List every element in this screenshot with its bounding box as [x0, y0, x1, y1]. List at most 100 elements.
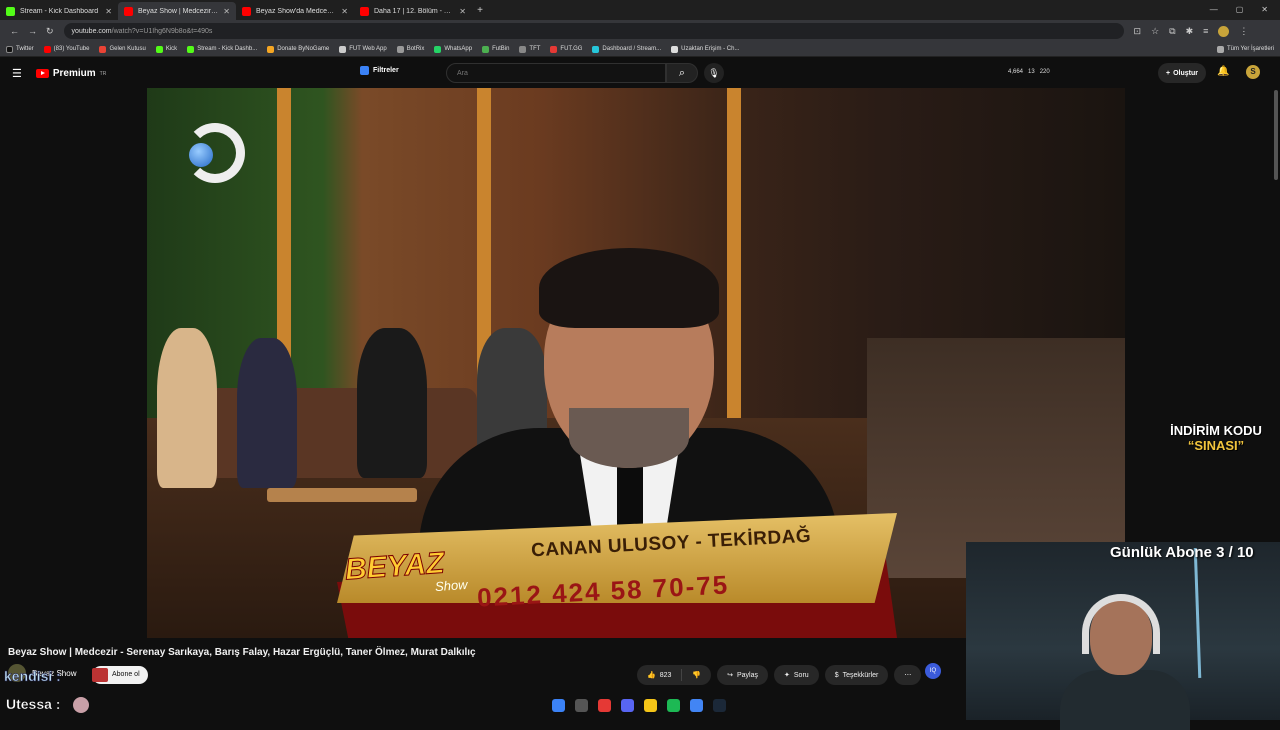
futgg-icon: [550, 45, 558, 53]
back-icon[interactable]: ←: [10, 26, 19, 37]
kanal-d-logo-dot: [189, 143, 213, 167]
bell-icon[interactable]: 🔔: [1217, 66, 1229, 77]
streamer-body: [1060, 670, 1190, 730]
thanks-label: Teşekkürler: [842, 671, 879, 679]
address-bar-row: ← → ↻ youtube.com/watch?v=U1Ihg6N9b8o&t=…: [0, 20, 1280, 42]
filters-label: Filtreler: [373, 67, 399, 74]
thanks-icon: $: [834, 671, 839, 679]
spotify-icon[interactable]: [667, 699, 680, 712]
extension-icon[interactable]: IQ: [925, 663, 941, 679]
bookmark-tft[interactable]: TFT: [519, 45, 540, 53]
bookmark-whatsapp[interactable]: WhatsApp: [434, 45, 473, 53]
url-field[interactable]: youtube.com/watch?v=U1Ihg6N9b8o&t=490s: [63, 23, 1124, 39]
new-tab-button[interactable]: +: [472, 5, 488, 16]
close-window-icon[interactable]: ✕: [1261, 5, 1268, 14]
profile-avatar[interactable]: [1218, 25, 1230, 37]
more-actions-button[interactable]: ⋯: [894, 665, 922, 685]
minimize-icon[interactable]: —: [1210, 5, 1218, 14]
folder-icon[interactable]: [644, 699, 657, 712]
bookmark-label: Donate ByNoGame: [277, 46, 330, 52]
close-icon[interactable]: ✕: [341, 7, 348, 16]
globe-icon: [396, 45, 404, 53]
chrome-icon[interactable]: [690, 699, 703, 712]
tab-beyaz-show[interactable]: Beyaz Show | Medcezir - Se ✕: [118, 2, 236, 20]
bookmark-kick[interactable]: Kick: [155, 45, 177, 53]
discord-icon[interactable]: [621, 699, 634, 712]
all-bookmarks[interactable]: Tüm Yer İşaretleri: [1216, 45, 1274, 53]
like-button[interactable]: 👍 823: [637, 665, 681, 685]
kick-icon: [155, 45, 163, 53]
hamburger-icon[interactable]: ☰: [12, 67, 22, 80]
bookmark-label: WhatsApp: [444, 46, 473, 52]
bookmark-remote[interactable]: Uzaktan Erişim - Ch...: [671, 45, 739, 53]
youtube-play-icon: [35, 69, 49, 78]
sparkle-icon: ✦: [784, 672, 790, 679]
windows-start-icon[interactable]: [552, 699, 565, 712]
star-icon[interactable]: ☆: [1151, 26, 1159, 37]
close-icon[interactable]: ✕: [223, 7, 230, 16]
tab-kick-dashboard[interactable]: Stream - Kick Dashboard ✕: [0, 2, 118, 20]
tab-title: Stream - Kick Dashboard: [20, 7, 99, 15]
thumbs-up-icon: 👍: [647, 672, 656, 679]
kick-icon: [6, 6, 15, 16]
bookmark-youtube[interactable]: (83) YouTube: [43, 45, 89, 53]
search-icon: ⌕: [678, 67, 686, 79]
filters-button[interactable]: Filtreler: [360, 66, 399, 75]
voice-search-button[interactable]: 🎙: [704, 63, 724, 83]
maximize-icon[interactable]: ▢: [1236, 5, 1244, 14]
browser-tab-bar: Stream - Kick Dashboard ✕ Beyaz Show | M…: [0, 0, 1280, 20]
ask-button[interactable]: ✦ Soru: [774, 665, 819, 685]
thumbs-down-icon: 👎: [692, 672, 702, 679]
bookmark-kick-dashboard[interactable]: Stream - Kick Dashb...: [187, 45, 257, 53]
bookmark-twitter[interactable]: Twitter: [6, 45, 34, 53]
dislike-button[interactable]: 👎: [682, 665, 711, 685]
search-icon[interactable]: [575, 699, 588, 712]
tab-title: Beyaz Show | Medcezir - Se: [138, 7, 219, 15]
thanks-button[interactable]: $ Teşekkürler: [824, 665, 889, 685]
menu-icon[interactable]: ≡: [1203, 26, 1208, 37]
youtube-icon: [360, 6, 369, 16]
sub-goal: Günlük Abone 3 / 10: [1110, 544, 1254, 561]
youtube-logo[interactable]: Premium TR: [35, 68, 106, 79]
reload-icon[interactable]: ↻: [46, 26, 54, 37]
tab-daha-17[interactable]: Daha 17 | 12. Bölüm - YouTube ✕: [354, 2, 472, 20]
dashboard-icon: [592, 45, 600, 53]
url-host: youtube.com: [71, 27, 112, 35]
bookmark-label: FutBin: [492, 46, 510, 52]
share-button[interactable]: ↪ Paylaş: [717, 665, 769, 685]
bookmark-donate[interactable]: Donate ByNoGame: [267, 45, 330, 53]
guest-figure: [157, 328, 217, 488]
close-icon[interactable]: ✕: [105, 7, 112, 16]
steam-icon[interactable]: [713, 699, 726, 712]
stat-views: 4,664: [1008, 69, 1024, 75]
search-input[interactable]: [446, 63, 666, 83]
bookmark-botrix[interactable]: BotRix: [396, 45, 424, 53]
extension-icon[interactable]: ⧉: [1169, 26, 1175, 37]
more-icon[interactable]: ⋮: [1239, 26, 1248, 37]
install-icon[interactable]: ⊡: [1134, 26, 1142, 37]
bookmarks-bar: Twitter (83) YouTube Gelen Kutusu Kick S…: [0, 42, 1280, 57]
close-icon[interactable]: ✕: [459, 7, 466, 16]
search-button[interactable]: ⌕: [666, 63, 698, 83]
bookmark-fut-web[interactable]: FUT Web App: [339, 45, 387, 53]
bookmark-label: Gelen Kutusu: [109, 46, 146, 52]
folder-icon: [1216, 45, 1224, 53]
url-path: /watch?v=U1Ihg6N9b8o&t=490s: [111, 27, 213, 35]
tab-title: Beyaz Show'da Medcezir skeç: [256, 7, 336, 15]
bookmark-gmail[interactable]: Gelen Kutusu: [99, 45, 146, 53]
tab-beyaz-show-medcezir[interactable]: Beyaz Show'da Medcezir skeç ✕: [236, 2, 354, 20]
bookmark-futbin[interactable]: FutBin: [482, 45, 510, 53]
app-icon[interactable]: [598, 699, 611, 712]
stat-two: 13: [1028, 69, 1035, 75]
like-count: 823: [659, 671, 672, 679]
show-logo-sub: Show: [434, 576, 469, 595]
create-button[interactable]: + Oluştur: [1158, 63, 1206, 83]
scrollbar[interactable]: [1274, 90, 1278, 180]
bookmark-dashboard-stream[interactable]: Dashboard / Stream...: [592, 45, 661, 53]
bookmark-futgg[interactable]: FUT.GG: [550, 45, 582, 53]
puzzle-icon[interactable]: ✱: [1186, 26, 1194, 37]
chat-avatar: [73, 697, 89, 713]
forward-icon[interactable]: →: [28, 26, 37, 37]
avatar[interactable]: S: [1246, 65, 1260, 79]
gmail-icon: [99, 45, 107, 53]
